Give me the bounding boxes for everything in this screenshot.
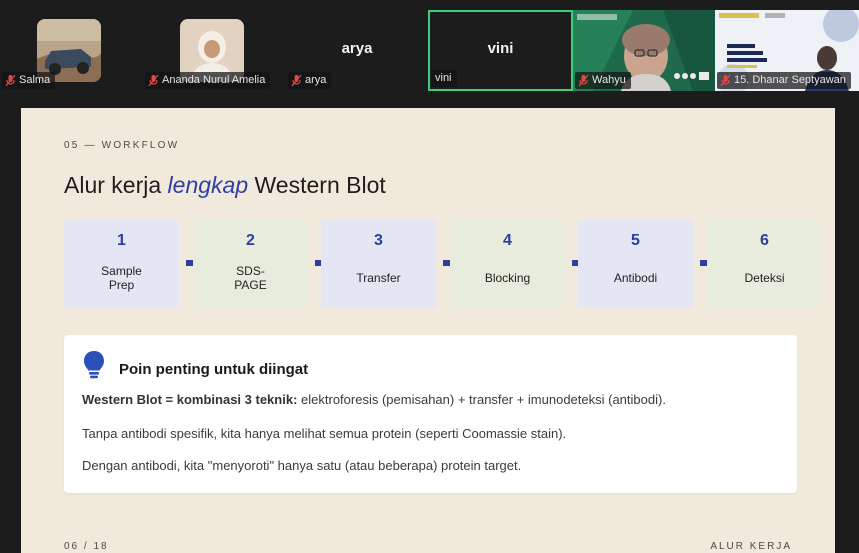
lightbulb-icon: [84, 351, 104, 379]
step-label: Blocking: [484, 271, 531, 285]
participant-name: Ananda Nurul Amelia: [162, 74, 266, 86]
step-label: Deteksi: [744, 271, 785, 285]
participant-tile-salma[interactable]: Salma: [0, 10, 143, 91]
mic-muted-icon: [578, 74, 589, 87]
participant-tile-wahyu[interactable]: Wahyu: [573, 10, 715, 91]
step-number: 6: [760, 232, 769, 249]
step-label: Sample Prep: [64, 264, 179, 292]
participant-nameplate: Salma: [2, 72, 56, 89]
step-label-line: Prep: [108, 278, 135, 292]
slide-page-number: 06 / 18: [64, 541, 109, 552]
step-label: Transfer: [356, 271, 401, 285]
step-number: 1: [117, 232, 126, 249]
participant-tile-dhanar[interactable]: 15. Dhanar Septyawan: [715, 10, 859, 91]
participant-nameplate: Ananda Nurul Amelia: [145, 72, 271, 89]
card-title: Poin penting untuk diingat: [119, 361, 309, 378]
participant-display-name: vini: [487, 40, 514, 57]
slide-title: Alur kerja lengkap Western Blot: [64, 172, 386, 199]
participant-strip: Salma Ananda Nurul Amelia arya arya vini…: [0, 0, 859, 108]
slide-title-part: Western Blot: [248, 172, 386, 198]
card-line-1-bold: Western Blot = kombinasi 3 teknik:: [82, 392, 298, 407]
workflow-step-4: 4 Blocking: [450, 220, 565, 308]
slide-title-emphasis: lengkap: [167, 172, 249, 198]
participant-name: vini: [435, 72, 452, 84]
slide-left-margin: [0, 108, 21, 553]
step-label-line: PAGE: [234, 278, 267, 292]
card-line-2: Tanpa antibodi spesifik, kita hanya meli…: [82, 426, 567, 441]
card-line-1-rest: elektroforesis (pemisahan) + transfer + …: [301, 392, 666, 407]
workflow-step-5: 5 Antibodi: [578, 220, 693, 308]
card-line-1: Western Blot = kombinasi 3 teknik: elekt…: [82, 392, 666, 407]
shared-slide: 05 — WORKFLOW Alur kerja lengkap Western…: [21, 108, 835, 553]
participant-nameplate: arya: [288, 72, 332, 89]
participant-tile-arya[interactable]: arya arya: [286, 10, 428, 91]
slide-title-part: Alur kerja: [64, 172, 168, 198]
workflow-step-2: 2 SDS- PAGE: [193, 220, 308, 308]
step-number: 2: [246, 232, 255, 249]
slide-kicker: 05 — WORKFLOW: [64, 140, 180, 151]
workflow-step-3: 3 Transfer: [321, 220, 436, 308]
step-number: 5: [631, 232, 640, 249]
workflow-step-6: 6 Deteksi: [707, 220, 822, 308]
step-label: SDS- PAGE: [193, 264, 308, 292]
slide-section-label: ALUR KERJA: [710, 541, 792, 552]
participant-nameplate: 15. Dhanar Septyawan: [717, 72, 851, 89]
workflow-step-1: 1 Sample Prep: [64, 220, 179, 308]
workflow-steps: 1 Sample Prep 2 SDS- PAGE 3 Transfer 4 Blo…: [64, 220, 822, 308]
key-points-card: Poin penting untuk diingat Western Blot …: [64, 335, 797, 493]
participant-tile-vini[interactable]: vini vini: [428, 10, 573, 91]
participant-name: Wahyu: [592, 74, 626, 86]
participant-nameplate: Wahyu: [575, 72, 631, 89]
mic-muted-icon: [148, 74, 159, 87]
step-number: 4: [503, 232, 512, 249]
participant-tile-ananda[interactable]: Ananda Nurul Amelia: [143, 10, 286, 91]
participant-nameplate: vini: [432, 70, 457, 87]
step-label: Antibodi: [613, 271, 658, 285]
participant-name: Salma: [19, 74, 51, 86]
participant-name: arya: [305, 74, 327, 86]
card-line-3: Dengan antibodi, kita "menyoroti" hanya …: [82, 458, 522, 473]
step-label-line: Sample: [101, 264, 142, 278]
mic-muted-icon: [291, 74, 302, 87]
step-number: 3: [374, 232, 383, 249]
participant-display-name: arya: [341, 40, 373, 57]
slide-right-margin: [835, 108, 859, 553]
mic-muted-icon: [720, 74, 731, 87]
step-label-line: SDS-: [236, 264, 265, 278]
participant-name: 15. Dhanar Septyawan: [734, 74, 846, 86]
mic-muted-icon: [5, 74, 16, 87]
